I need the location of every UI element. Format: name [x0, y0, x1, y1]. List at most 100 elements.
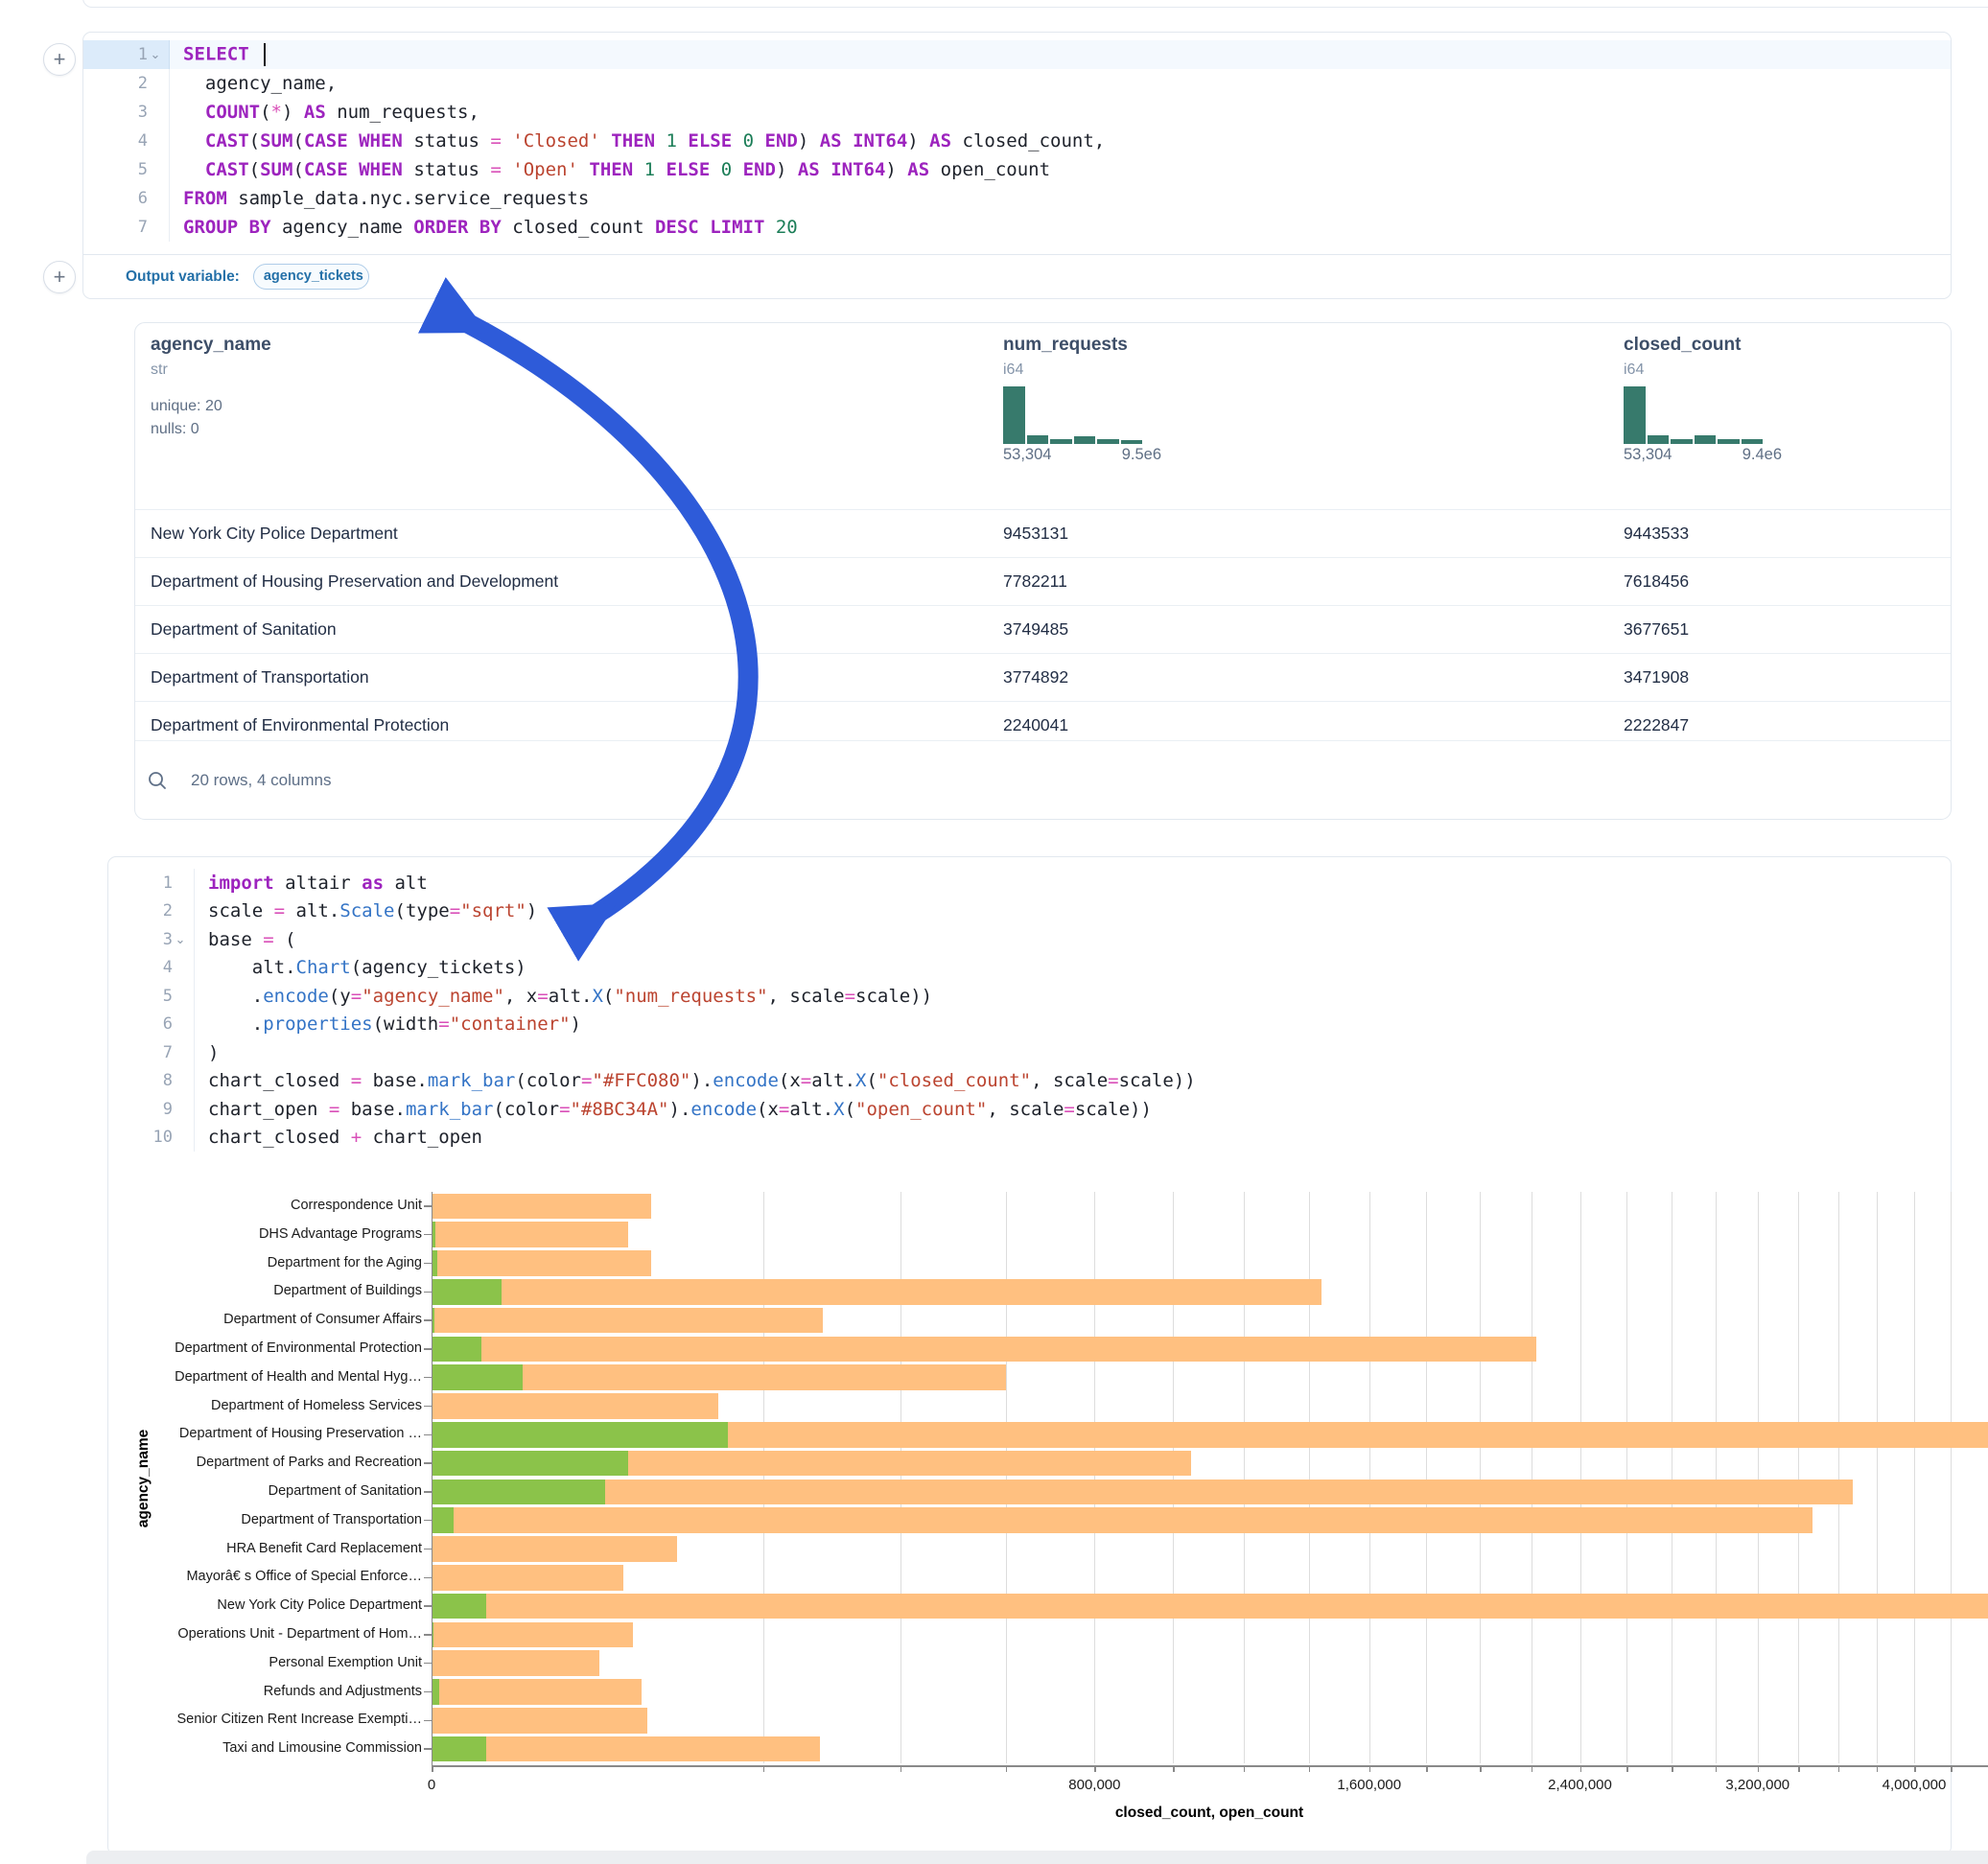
- code-line[interactable]: 3 COUNT(*) AS num_requests,: [83, 98, 1951, 127]
- x-tick: [1426, 1765, 1428, 1772]
- y-tick: [424, 1462, 432, 1464]
- add-cell-button-top[interactable]: +: [43, 43, 76, 76]
- code-line[interactable]: 4 CAST(SUM(CASE WHEN status = 'Closed' T…: [83, 127, 1951, 155]
- x-tick-label: 800,000: [1037, 1777, 1152, 1793]
- y-tick: [424, 1434, 432, 1436]
- code-line[interactable]: 1import altair as alt: [108, 869, 1951, 897]
- y-tick-label: Department of Sanitation: [125, 1483, 422, 1499]
- y-tick: [424, 1319, 432, 1321]
- result-table-card: agency_name str unique: 20 nulls: 0 num_…: [134, 322, 1952, 820]
- x-tick: [1626, 1765, 1628, 1772]
- column-stat-nulls: nulls: 0: [151, 421, 199, 438]
- code-line[interactable]: 6 .properties(width="container"): [108, 1011, 1951, 1039]
- code-line[interactable]: 9chart_open = base.mark_bar(color="#8BC3…: [108, 1095, 1951, 1124]
- x-tick: [1914, 1765, 1916, 1772]
- sql-code-editor[interactable]: 1⌄SELECT 2 agency_name,3 COUNT(*) AS num…: [83, 33, 1951, 242]
- gridline: [1914, 1192, 1915, 1763]
- table-cell: Department of Housing Preservation and D…: [151, 558, 558, 605]
- x-tick-label: 2,400,000: [1523, 1777, 1638, 1793]
- y-tick: [424, 1748, 432, 1750]
- code-line[interactable]: 6FROM sample_data.nyc.service_requests: [83, 184, 1951, 213]
- x-tick: [1244, 1765, 1246, 1772]
- table-cell: 3677651: [1624, 606, 1689, 653]
- code-line[interactable]: 2scale = alt.Scale(type="sqrt"): [108, 897, 1951, 926]
- gridline: [1006, 1192, 1007, 1763]
- bar-open_count: [432, 1736, 486, 1762]
- x-tick: [1094, 1765, 1096, 1772]
- bar-closed_count: [432, 1507, 1813, 1533]
- y-tick-label: Department of Housing Preservation …: [125, 1426, 422, 1441]
- y-tick: [424, 1634, 432, 1636]
- x-tick: [432, 1765, 433, 1772]
- code-line[interactable]: 8chart_closed = base.mark_bar(color="#FF…: [108, 1067, 1951, 1096]
- y-tick-label: Department of Parks and Recreation: [125, 1455, 422, 1470]
- y-tick: [424, 1377, 432, 1379]
- previous-cell-bottom-edge: [82, 0, 1988, 8]
- code-line[interactable]: 7): [108, 1038, 1951, 1067]
- code-line[interactable]: 5 CAST(SUM(CASE WHEN status = 'Open' THE…: [83, 155, 1951, 184]
- table-cell: Department of Sanitation: [151, 606, 337, 653]
- table-cell: New York City Police Department: [151, 510, 398, 557]
- num-requests-histogram: [1003, 386, 1143, 444]
- code-line[interactable]: 10chart_closed + chart_open: [108, 1124, 1951, 1153]
- y-tick: [424, 1348, 432, 1350]
- y-tick: [424, 1663, 432, 1665]
- python-code-editor[interactable]: 1import altair as alt2scale = alt.Scale(…: [108, 857, 1951, 1152]
- code-line[interactable]: 4 alt.Chart(agency_tickets): [108, 954, 1951, 983]
- table-cell: 7782211: [1003, 558, 1067, 605]
- x-tick-label: 0: [374, 1777, 489, 1793]
- histogram-bar: [1027, 435, 1049, 444]
- y-tick: [424, 1605, 432, 1607]
- column-header-num-requests[interactable]: num_requests: [1003, 335, 1128, 356]
- y-tick-label: Refunds and Adjustments: [125, 1684, 422, 1699]
- code-line[interactable]: 3⌄base = (: [108, 925, 1951, 954]
- y-tick-label: New York City Police Department: [125, 1597, 422, 1613]
- y-tick-label: Operations Unit - Department of Hom…: [125, 1626, 422, 1642]
- y-tick-label: Department of Environmental Protection: [125, 1340, 422, 1356]
- add-cell-button-output[interactable]: +: [43, 261, 76, 293]
- next-cell-top-edge: [86, 1851, 1988, 1864]
- histogram-bar: [1742, 439, 1764, 444]
- bar-open_count: [432, 1279, 502, 1305]
- histogram-bar: [1050, 439, 1072, 444]
- gridline: [1580, 1192, 1581, 1763]
- table-row: Department of Housing Preservation and D…: [135, 557, 1951, 605]
- bar-open_count: [432, 1507, 454, 1533]
- sql-cell: 1⌄SELECT 2 agency_name,3 COUNT(*) AS num…: [82, 32, 1952, 299]
- code-line[interactable]: 7GROUP BY agency_name ORDER BY closed_co…: [83, 213, 1951, 242]
- output-variable-pill[interactable]: agency_tickets: [253, 264, 369, 290]
- hist-max-label: 9.4e6: [1742, 446, 1782, 464]
- y-tick-label: Personal Exemption Unit: [125, 1655, 422, 1670]
- y-tick-label: Taxi and Limousine Commission: [125, 1740, 422, 1756]
- table-row: New York City Police Department945313194…: [135, 509, 1951, 557]
- bar-closed_count: [432, 1250, 651, 1276]
- x-tick: [1798, 1765, 1800, 1772]
- gridline: [1758, 1192, 1759, 1763]
- bar-closed_count: [432, 1536, 677, 1562]
- closed-count-hist-labels: 53,304 9.4e6: [1624, 446, 1782, 464]
- histogram-bar: [1003, 386, 1025, 444]
- code-line[interactable]: 1⌄SELECT: [83, 40, 1951, 69]
- x-tick: [1877, 1765, 1879, 1772]
- code-line[interactable]: 2 agency_name,: [83, 69, 1951, 98]
- bar-closed_count: [432, 1650, 599, 1676]
- column-type-agency-name: str: [151, 361, 168, 379]
- column-header-agency-name[interactable]: agency_name: [151, 335, 271, 356]
- bar-closed_count: [432, 1679, 642, 1705]
- y-tick-label: Department of Transportation: [125, 1512, 422, 1527]
- bar-closed_count: [432, 1565, 623, 1591]
- bar-closed_count: [432, 1736, 820, 1762]
- bar-closed_count: [432, 1622, 633, 1648]
- y-tick-label: Senior Citizen Rent Increase Exempti…: [125, 1712, 422, 1727]
- output-variable-row: Output variable: agency_tickets: [83, 254, 1951, 298]
- x-axis-title: closed_count, open_count: [1104, 1805, 1315, 1822]
- search-icon[interactable]: [147, 770, 168, 791]
- x-tick: [1173, 1765, 1175, 1772]
- table-rows: New York City Police Department945313194…: [135, 509, 1951, 749]
- table-cell: 3774892: [1003, 654, 1068, 701]
- code-line[interactable]: 5 .encode(y="agency_name", x=alt.X("num_…: [108, 982, 1951, 1011]
- x-tick: [763, 1765, 765, 1772]
- bar-open_count: [432, 1422, 728, 1448]
- column-header-closed-count[interactable]: closed_count: [1624, 335, 1741, 356]
- x-tick: [1369, 1765, 1371, 1772]
